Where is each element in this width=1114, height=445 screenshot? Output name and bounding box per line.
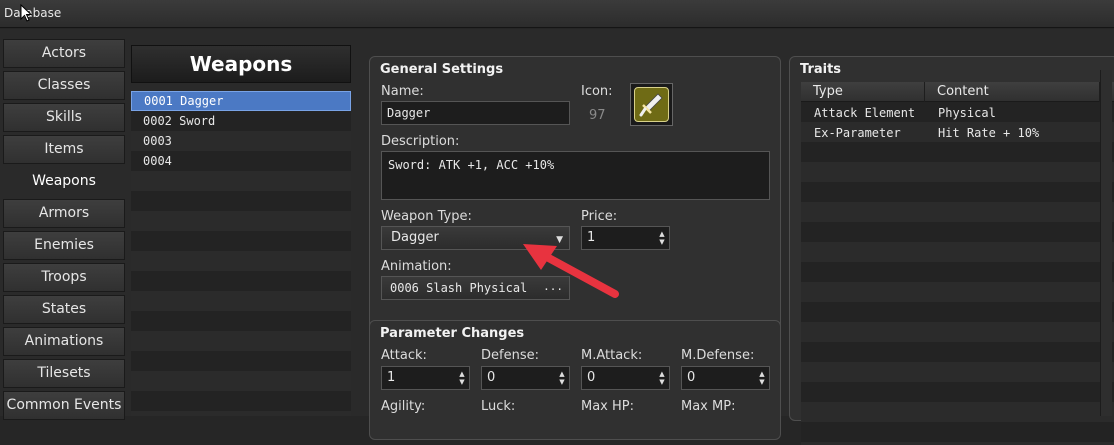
animation-value: 0006 Slash Physical (390, 281, 528, 295)
tab-skills[interactable]: Skills (3, 103, 125, 132)
window-title: Database (4, 6, 62, 20)
trait-content-cell[interactable]: Physical (938, 103, 996, 123)
list-item[interactable]: 0004 (131, 151, 351, 171)
trait-type-cell[interactable]: Attack Element (814, 103, 915, 123)
dagger-icon (634, 87, 669, 122)
tab-weapons[interactable]: Weapons (3, 167, 125, 196)
tab-tilesets[interactable]: Tilesets (3, 359, 125, 388)
tab-classes[interactable]: Classes (3, 71, 125, 100)
spinner-arrows-icon[interactable]: ▲ ▼ (458, 370, 466, 386)
title-bar: Database (0, 0, 1114, 28)
attack-value: 1 (387, 370, 396, 385)
spinner-arrows-icon[interactable]: ▲ ▼ (658, 370, 666, 386)
icon-picker[interactable] (630, 83, 673, 126)
m-attack-value: 0 (587, 370, 596, 385)
animation-label: Animation: (381, 259, 452, 274)
name-field[interactable]: Dagger (381, 101, 570, 125)
m-attack-stepper[interactable]: 0 ▲ ▼ (581, 366, 670, 390)
mouse-cursor-icon (20, 4, 32, 22)
spinner-arrows-icon[interactable]: ▲ ▼ (758, 370, 766, 386)
tab-enemies[interactable]: Enemies (3, 231, 125, 260)
annotation-arrow-icon (523, 244, 619, 298)
tab-animations[interactable]: Animations (3, 327, 125, 356)
defense-label: Defense: (481, 348, 539, 363)
column-header-type[interactable]: Type (801, 82, 925, 102)
defense-stepper[interactable]: 0 ▲ ▼ (481, 366, 570, 390)
traits-panel: Type Content Attack Element Physical Ex-… (789, 58, 1114, 445)
attack-stepper[interactable]: 1 ▲ ▼ (381, 366, 470, 390)
tab-items[interactable]: Items (3, 135, 125, 164)
m-defense-stepper[interactable]: 0 ▲ ▼ (681, 366, 770, 390)
weapon-list[interactable]: 0001 Dagger 0002 Sword 0003 0004 (131, 91, 351, 416)
m-attack-label: M.Attack: (581, 348, 643, 363)
weapon-list-panel: Weapons 0001 Dagger 0002 Sword 0003 0004 (131, 45, 351, 416)
tab-actors[interactable]: Actors (3, 39, 125, 68)
tab-armors[interactable]: Armors (3, 199, 125, 228)
m-defense-label: M.Defense: (681, 348, 755, 363)
name-label: Name: (381, 84, 424, 99)
list-title: Weapons (131, 45, 351, 83)
category-tabs: Actors Classes Skills Items Weapons Armo… (3, 39, 125, 423)
weapon-type-value: Dagger (391, 230, 439, 245)
list-item[interactable]: 0002 Sword (131, 111, 351, 131)
attack-label: Attack: (381, 348, 427, 363)
list-item[interactable]: 0003 (131, 131, 351, 151)
list-item[interactable]: 0001 Dagger (131, 91, 351, 111)
description-field[interactable]: Sword: ATK +1, ACC +10% (381, 151, 770, 200)
trait-content-cell[interactable]: Hit Rate + 10% (938, 123, 1039, 143)
m-defense-value: 0 (687, 370, 696, 385)
weapon-type-label: Weapon Type: (381, 209, 472, 224)
general-settings-title: General Settings (380, 62, 504, 77)
tab-states[interactable]: States (3, 295, 125, 324)
column-header-content[interactable]: Content (925, 82, 1100, 102)
parameter-changes-title: Parameter Changes (380, 326, 525, 341)
icon-label: Icon: (581, 84, 613, 99)
icon-index: 97 (589, 108, 606, 123)
description-label: Description: (381, 134, 460, 149)
tab-troops[interactable]: Troops (3, 263, 125, 292)
spinner-arrows-icon[interactable]: ▲ ▼ (658, 230, 666, 246)
luck-label: Luck: (481, 399, 516, 414)
max-hp-label: Max HP: (581, 399, 635, 414)
trait-type-cell[interactable]: Ex-Parameter (814, 123, 901, 143)
spinner-arrows-icon[interactable]: ▲ ▼ (558, 370, 566, 386)
defense-value: 0 (487, 370, 496, 385)
traits-scrollbar[interactable] (1100, 70, 1112, 416)
max-mp-label: Max MP: (681, 399, 736, 414)
price-label: Price: (581, 209, 618, 224)
traits-table-header: Type Content (801, 82, 1114, 102)
agility-label: Agility: (381, 399, 426, 414)
